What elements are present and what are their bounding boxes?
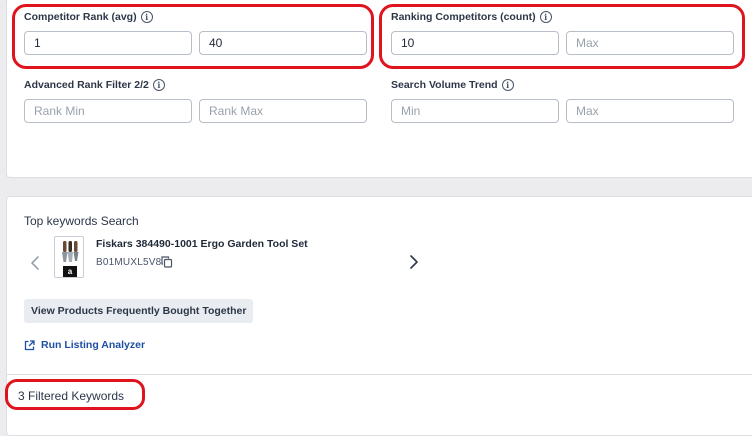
chevron-left-icon[interactable] [30, 255, 40, 271]
copy-icon[interactable] [161, 256, 173, 268]
garden-tool-image [62, 241, 79, 262]
info-icon[interactable]: i [152, 79, 165, 91]
product-thumbnail[interactable]: a [54, 236, 84, 278]
filtered-keywords-count: 3 Filtered Keywords [18, 389, 125, 403]
info-icon[interactable]: i [501, 79, 514, 91]
rank-max-input[interactable] [199, 99, 367, 123]
external-link-icon [24, 339, 35, 350]
section-divider [7, 374, 752, 375]
search-volume-trend-min-input[interactable] [391, 99, 559, 123]
info-icon[interactable]: i [539, 11, 552, 23]
ranking-competitors-min-input[interactable] [391, 31, 559, 55]
competitor-rank-label: Competitor Rank (avg) i [24, 11, 153, 23]
ranking-competitors-label: Ranking Competitors (count) i [391, 11, 552, 23]
view-frequently-bought-button[interactable]: View Products Frequently Bought Together [24, 299, 254, 323]
rank-min-input[interactable] [24, 99, 192, 123]
competitor-rank-max-input[interactable] [199, 31, 367, 55]
search-volume-trend-label: Search Volume Trend i [391, 79, 514, 91]
info-icon[interactable]: i [140, 11, 153, 23]
chevron-right-icon[interactable] [409, 254, 419, 270]
top-keywords-heading: Top keywords Search [24, 214, 139, 228]
run-listing-analyzer-link[interactable]: Run Listing Analyzer [24, 339, 145, 351]
competitor-rank-min-input[interactable] [24, 31, 192, 55]
search-volume-trend-max-input[interactable] [566, 99, 734, 123]
product-asin: B01MUXL5V8 [96, 257, 162, 268]
ranking-competitors-max-input[interactable] [566, 31, 734, 55]
product-title: Fiskars 384490-1001 Ergo Garden Tool Set [96, 238, 308, 250]
amazon-badge: a [63, 266, 77, 277]
run-listing-analyzer-label: Run Listing Analyzer [41, 339, 146, 351]
advanced-rank-filter-label: Advanced Rank Filter 2/2 i [24, 79, 165, 91]
